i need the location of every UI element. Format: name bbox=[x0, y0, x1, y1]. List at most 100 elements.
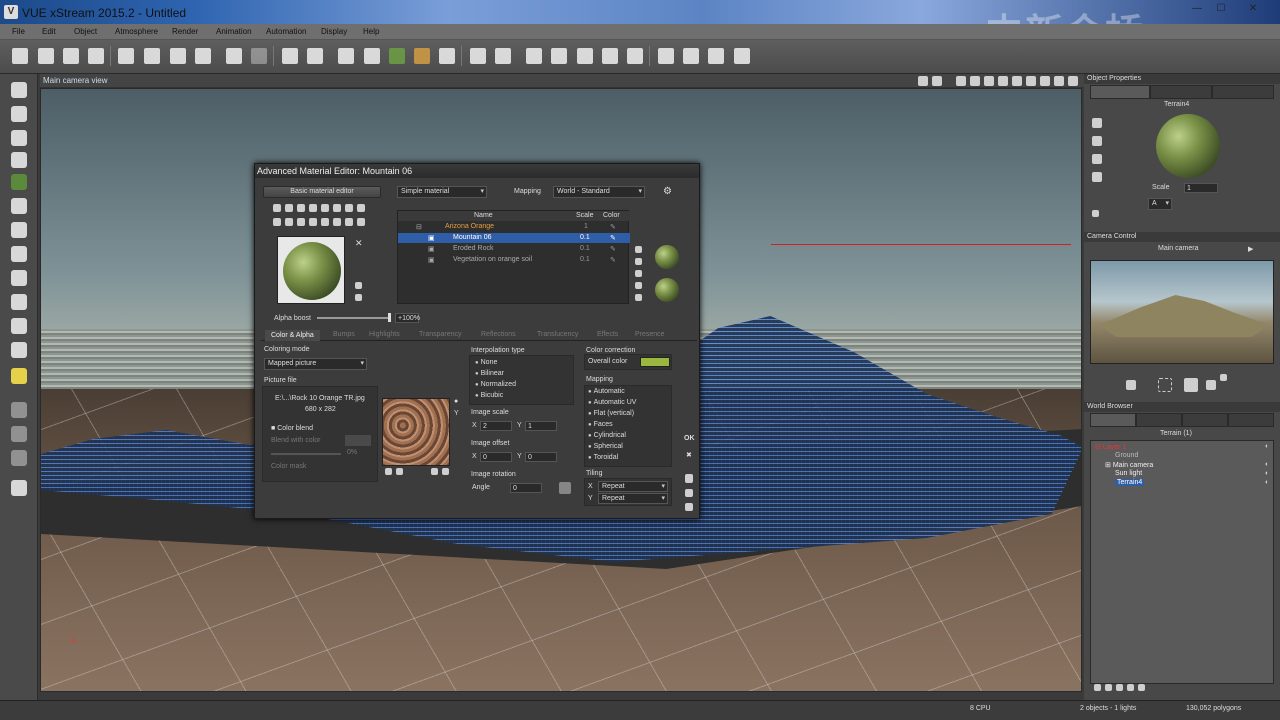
select-move-icon[interactable] bbox=[307, 48, 323, 64]
tab-objects[interactable] bbox=[1090, 413, 1136, 427]
viewport-maximize-icon[interactable] bbox=[1068, 76, 1078, 86]
blend-slider[interactable] bbox=[271, 453, 341, 455]
material-icon[interactable] bbox=[414, 48, 430, 64]
load-material-icon[interactable] bbox=[685, 503, 693, 511]
tab-animation[interactable] bbox=[1212, 85, 1274, 99]
texture-options-icon[interactable]: ● bbox=[454, 398, 458, 405]
boolean-icon[interactable] bbox=[11, 294, 27, 310]
tree-item-layer[interactable]: ⊟ Layer 1 bbox=[1095, 443, 1126, 451]
page-icon[interactable] bbox=[685, 474, 693, 483]
visibility-icon[interactable]: ◐ bbox=[1265, 443, 1269, 450]
object-material-preview[interactable] bbox=[1156, 114, 1220, 178]
check-icon[interactable] bbox=[321, 204, 329, 212]
tab-libraries[interactable] bbox=[1182, 413, 1228, 427]
camera-preview[interactable] bbox=[1090, 260, 1274, 364]
bottle-icon[interactable] bbox=[285, 204, 293, 212]
snap-icon[interactable] bbox=[551, 48, 567, 64]
viewport-display-icon[interactable] bbox=[1026, 76, 1036, 86]
menu-edit[interactable]: Edit bbox=[42, 27, 56, 36]
dialog-title-bar[interactable]: Advanced Material Editor: Mountain 06 bbox=[255, 164, 699, 178]
tab-materials[interactable] bbox=[1136, 413, 1182, 427]
maximize-button[interactable]: ☐ bbox=[1210, 2, 1232, 18]
pencil-icon[interactable]: ✎ bbox=[610, 234, 616, 242]
camera-icon[interactable] bbox=[734, 48, 750, 64]
tab-aspect[interactable] bbox=[1090, 85, 1150, 99]
grid-icon[interactable] bbox=[357, 204, 365, 212]
tiling-x-dropdown[interactable]: Repeat bbox=[598, 481, 668, 492]
select-arrow-icon[interactable] bbox=[282, 48, 298, 64]
camera-orbit-icon[interactable] bbox=[1126, 380, 1136, 390]
open-file-icon[interactable] bbox=[38, 48, 54, 64]
tab-numerics[interactable] bbox=[1150, 85, 1212, 99]
text-icon[interactable] bbox=[11, 130, 27, 146]
light-icon[interactable] bbox=[345, 204, 353, 212]
gear-wheel-icon[interactable] bbox=[11, 426, 27, 442]
texture-remove-icon[interactable] bbox=[396, 468, 403, 475]
property-tool-icon[interactable] bbox=[1092, 118, 1102, 128]
mirror-icon[interactable] bbox=[495, 48, 511, 64]
mix-icon[interactable] bbox=[333, 204, 341, 212]
save-as-icon[interactable] bbox=[88, 48, 104, 64]
viewport-display-icon[interactable] bbox=[1054, 76, 1064, 86]
overall-color-swatch[interactable] bbox=[640, 357, 670, 367]
link-icon[interactable] bbox=[439, 48, 455, 64]
cancel-button[interactable]: ✖ bbox=[686, 451, 692, 459]
tab-presence[interactable]: Presence bbox=[635, 331, 665, 338]
viewport-option-icon[interactable] bbox=[932, 76, 942, 86]
plant-icon[interactable] bbox=[389, 48, 405, 64]
sphere-icon[interactable] bbox=[309, 218, 317, 226]
property-tool-icon[interactable] bbox=[1092, 154, 1102, 164]
tree-item-terrain[interactable]: Terrain4 bbox=[1115, 479, 1145, 486]
texture-edit-icon[interactable] bbox=[442, 468, 449, 475]
alpha-boost-slider[interactable] bbox=[317, 317, 389, 319]
property-tool-icon[interactable] bbox=[1092, 136, 1102, 146]
image-offset-y-input[interactable]: 0 bbox=[525, 452, 557, 462]
camera-pan-icon[interactable] bbox=[1206, 380, 1216, 390]
hand-icon[interactable] bbox=[285, 218, 293, 226]
tab-bumps[interactable]: Bumps bbox=[333, 331, 355, 338]
interp-bicubic-radio[interactable]: Bicubic bbox=[475, 392, 504, 399]
interp-normalized-radio[interactable]: Normalized bbox=[475, 381, 516, 388]
camera-next-icon[interactable]: ▶ bbox=[1248, 245, 1253, 253]
tree-item-main-camera[interactable]: ⊞ Main camera bbox=[1105, 461, 1153, 469]
cube-icon[interactable] bbox=[321, 218, 329, 226]
tab-highlights[interactable]: Highlights bbox=[369, 331, 400, 338]
viewport-display-icon[interactable] bbox=[970, 76, 980, 86]
render-icon[interactable] bbox=[683, 48, 699, 64]
angle-input[interactable]: 0 bbox=[510, 483, 542, 493]
save-material-icon[interactable] bbox=[685, 489, 693, 497]
minimize-button[interactable]: — bbox=[1186, 2, 1208, 18]
cube-icon[interactable] bbox=[333, 218, 341, 226]
globe-icon[interactable] bbox=[526, 48, 542, 64]
sun-icon[interactable] bbox=[11, 368, 27, 384]
wave-icon[interactable] bbox=[345, 218, 353, 226]
texture-load-icon[interactable] bbox=[385, 468, 392, 475]
menu-automation[interactable]: Automation bbox=[266, 27, 306, 36]
menu-atmosphere[interactable]: Atmosphere bbox=[115, 27, 158, 36]
texture-crop-icon[interactable] bbox=[431, 468, 438, 475]
viewport-display-icon[interactable] bbox=[956, 76, 966, 86]
map-cylindrical-radio[interactable]: Cylindrical bbox=[588, 432, 626, 439]
layer-icon[interactable] bbox=[297, 204, 305, 212]
paste-icon[interactable] bbox=[170, 48, 186, 64]
preview-settings-icon[interactable] bbox=[355, 282, 362, 289]
cylinder-icon[interactable] bbox=[11, 106, 27, 122]
blend-color-swatch[interactable] bbox=[345, 435, 371, 446]
map-automatic-radio[interactable]: Automatic bbox=[588, 388, 625, 395]
layer-up-icon[interactable] bbox=[635, 246, 642, 253]
alpha-boost-slider-handle[interactable] bbox=[388, 313, 391, 322]
layer-down-icon[interactable] bbox=[635, 258, 642, 265]
camera-frame-icon[interactable] bbox=[1158, 378, 1172, 392]
mountain-icon[interactable] bbox=[11, 152, 27, 168]
layer-preview-sphere[interactable] bbox=[655, 245, 679, 269]
save-icon[interactable] bbox=[63, 48, 79, 64]
mapping-dropdown[interactable]: World - Standard bbox=[553, 186, 645, 198]
rotation-dial-icon[interactable] bbox=[559, 482, 571, 494]
property-tool-icon[interactable] bbox=[1092, 210, 1099, 217]
map-spherical-radio[interactable]: Spherical bbox=[588, 443, 623, 450]
camera-rotate-icon[interactable] bbox=[1184, 378, 1198, 392]
property-tool-icon[interactable] bbox=[1092, 172, 1102, 182]
layer-preview-sphere[interactable] bbox=[655, 278, 679, 302]
map-flat-radio[interactable]: Flat (vertical) bbox=[588, 410, 634, 417]
material-index-dropdown[interactable]: A bbox=[1148, 198, 1172, 210]
